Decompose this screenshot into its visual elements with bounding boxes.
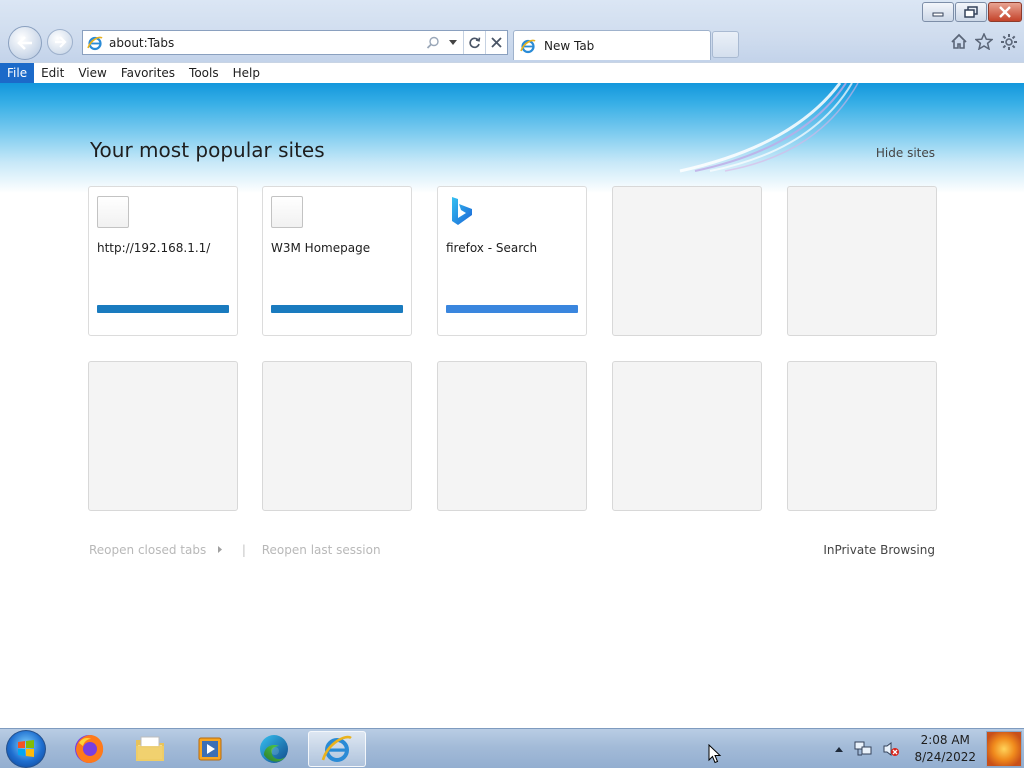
taskbar: 2:08 AM 8/24/2022 <box>0 728 1024 768</box>
banner-swoosh-graphic <box>679 83 859 173</box>
menu-help[interactable]: Help <box>226 63 267 84</box>
hide-sites-link[interactable]: Hide sites <box>876 146 935 160</box>
menu-bar: File Edit View Favorites Tools Help <box>0 62 1024 84</box>
back-arrow-icon <box>17 36 32 50</box>
tile-activity-bar <box>446 305 578 313</box>
show-desktop-button[interactable] <box>986 731 1022 767</box>
edge-icon <box>260 735 288 763</box>
menu-edit[interactable]: Edit <box>34 63 71 84</box>
blank-page-icon <box>271 196 303 228</box>
restore-icon <box>964 6 978 18</box>
tile-activity-bar <box>271 305 403 313</box>
tray-icons <box>834 741 900 757</box>
close-icon <box>999 6 1011 18</box>
empty-tile[interactable] <box>612 361 762 511</box>
site-tile-1[interactable]: http://192.168.1.1/ <box>88 186 238 336</box>
settings-gear-icon[interactable] <box>1000 33 1018 51</box>
search-button[interactable] <box>423 31 443 54</box>
media-player-icon <box>198 737 222 761</box>
start-button[interactable] <box>6 730 46 768</box>
taskbar-file-explorer[interactable] <box>121 731 179 767</box>
reopen-closed-tabs-link[interactable]: Reopen closed tabs <box>89 543 206 557</box>
refresh-icon <box>469 37 481 49</box>
command-icons <box>950 33 1018 51</box>
menu-view-label: View <box>78 65 107 80</box>
minimize-icon <box>932 12 944 17</box>
page-title: Your most popular sites <box>90 138 325 162</box>
stop-icon <box>491 37 502 48</box>
new-tab-page: Your most popular sites Hide sites http:… <box>0 83 1024 728</box>
empty-tile[interactable] <box>437 361 587 511</box>
close-button[interactable] <box>988 2 1022 22</box>
address-bar[interactable]: about:Tabs <box>82 30 508 55</box>
empty-tile[interactable] <box>612 186 762 336</box>
internet-explorer-icon <box>321 735 352 762</box>
menu-help-label: Help <box>232 65 260 80</box>
inprivate-browsing-link[interactable]: InPrivate Browsing <box>823 543 935 557</box>
tab-label: New Tab <box>544 38 595 53</box>
stop-button[interactable] <box>485 31 507 54</box>
menu-tools[interactable]: Tools <box>182 63 226 84</box>
menu-file-label: File <box>7 65 28 80</box>
favorites-star-icon[interactable] <box>975 33 993 50</box>
tile-activity-bar <box>97 305 229 313</box>
empty-tile[interactable] <box>88 361 238 511</box>
new-tab-button[interactable] <box>712 31 739 58</box>
ie-page-icon <box>87 36 103 50</box>
menu-tools-label: Tools <box>189 65 219 80</box>
menu-favorites[interactable]: Favorites <box>114 63 182 84</box>
forward-arrow-icon <box>55 36 67 48</box>
submenu-arrow-icon <box>218 546 223 553</box>
menu-file[interactable]: File <box>0 62 35 84</box>
back-button[interactable] <box>8 26 42 60</box>
tab-new-tab[interactable]: New Tab <box>513 30 711 60</box>
site-tile-3[interactable]: firefox - Search <box>437 186 587 336</box>
search-icon <box>426 36 439 49</box>
minimize-button[interactable] <box>922 2 954 22</box>
taskbar-media-player[interactable] <box>182 731 240 767</box>
tile-title: firefox - Search <box>446 241 538 255</box>
tile-title: W3M Homepage <box>271 241 371 255</box>
reopen-last-session-link[interactable]: Reopen last session <box>262 543 381 557</box>
menu-edit-label: Edit <box>41 65 65 80</box>
blank-page-icon <box>97 196 129 228</box>
taskbar-internet-explorer[interactable] <box>308 731 366 767</box>
home-icon[interactable] <box>950 33 968 50</box>
windows-start-icon <box>18 740 34 757</box>
empty-tile[interactable] <box>262 361 412 511</box>
clock-date: 8/24/2022 <box>914 750 976 764</box>
system-tray: 2:08 AM 8/24/2022 <box>834 729 1024 768</box>
address-url[interactable]: about:Tabs <box>109 36 423 50</box>
menu-view[interactable]: View <box>71 63 113 84</box>
reopen-links: Reopen closed tabs | Reopen last session <box>89 543 381 557</box>
empty-tile[interactable] <box>787 186 937 336</box>
show-hidden-icons-icon[interactable] <box>834 745 844 753</box>
ie-tab-icon <box>520 39 536 53</box>
site-tile-2[interactable]: W3M Homepage <box>262 186 412 336</box>
menu-favorites-label: Favorites <box>120 65 176 80</box>
network-icon[interactable] <box>854 741 872 757</box>
tile-title: http://192.168.1.1/ <box>97 241 211 255</box>
firefox-icon <box>75 735 104 763</box>
browser-title-area: about:Tabs New Tab <box>0 0 1024 62</box>
taskbar-firefox[interactable] <box>60 731 118 767</box>
mouse-cursor-icon <box>708 744 722 764</box>
clock-time: 2:08 AM <box>920 733 970 747</box>
clock[interactable]: 2:08 AM 8/24/2022 <box>914 732 976 766</box>
empty-tile[interactable] <box>787 361 937 511</box>
file-explorer-icon <box>136 736 164 761</box>
volume-muted-icon[interactable] <box>882 741 900 757</box>
address-dropdown-button[interactable] <box>443 31 463 54</box>
taskbar-edge[interactable] <box>245 731 303 767</box>
dropdown-icon <box>449 39 457 45</box>
window-controls <box>922 2 1022 22</box>
bing-logo-icon <box>452 197 472 225</box>
links-separator: | <box>241 543 246 557</box>
forward-button[interactable] <box>47 29 73 55</box>
restore-button[interactable] <box>955 2 987 22</box>
refresh-button[interactable] <box>463 31 485 54</box>
